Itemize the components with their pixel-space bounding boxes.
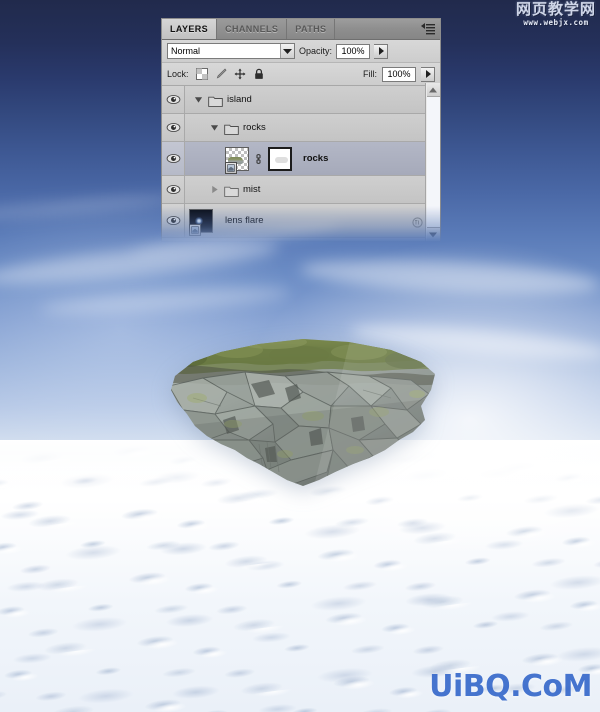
lock-label: Lock: bbox=[167, 69, 189, 79]
visibility-toggle-rocks-group[interactable] bbox=[162, 114, 185, 141]
layer-row-rocks[interactable]: rocks bbox=[162, 142, 440, 176]
tab-paths[interactable]: PATHS bbox=[287, 19, 336, 39]
layer-name-rocks: rocks bbox=[303, 153, 329, 164]
blend-mode-value: Normal bbox=[171, 46, 201, 56]
layer-mask-thumbnail[interactable] bbox=[268, 146, 292, 171]
lock-pixels-icon[interactable] bbox=[215, 68, 227, 80]
layer-row-rocks-group[interactable]: rocks bbox=[162, 114, 440, 142]
lens-flare-thumbnail[interactable] bbox=[189, 208, 213, 236]
layer-row-mist[interactable]: mist bbox=[162, 176, 440, 204]
disclosure-triangle-mist[interactable] bbox=[209, 184, 220, 195]
smart-object-badge bbox=[225, 161, 237, 174]
layer-name-mist: mist bbox=[243, 184, 261, 195]
smart-object-badge bbox=[189, 223, 201, 236]
layer-name-island: island bbox=[227, 94, 252, 105]
opacity-slider-button[interactable] bbox=[374, 43, 389, 59]
layer-name-lens-flare: lens flare bbox=[225, 215, 264, 226]
rock-thumbnail[interactable] bbox=[225, 146, 249, 174]
opacity-input[interactable]: 100% bbox=[336, 43, 371, 59]
mask-content bbox=[275, 156, 288, 163]
folder-icon bbox=[208, 94, 223, 107]
link-mask-icon[interactable] bbox=[254, 151, 263, 167]
layers-panel[interactable]: LAYERS CHANNELS PATHS Normal Opacity: 10… bbox=[161, 18, 441, 242]
fill-slider-button[interactable] bbox=[421, 66, 435, 82]
layer-effects-icon[interactable] bbox=[412, 215, 423, 228]
floating-island bbox=[163, 328, 439, 490]
folder-icon bbox=[224, 122, 239, 135]
blend-mode-row[interactable]: Normal Opacity: 100% bbox=[162, 40, 440, 63]
lock-transparency-icon[interactable] bbox=[195, 68, 208, 80]
panel-menu-icon[interactable] bbox=[420, 22, 436, 36]
visibility-toggle-rocks[interactable] bbox=[162, 142, 185, 175]
layer-name-rocks-group: rocks bbox=[243, 122, 266, 133]
layer-row-lens-flare[interactable]: lens flare bbox=[162, 204, 440, 238]
fill-input[interactable]: 100% bbox=[382, 66, 416, 82]
scroll-up-icon[interactable] bbox=[426, 83, 440, 97]
lock-all-icon[interactable] bbox=[253, 68, 265, 80]
disclosure-triangle-island[interactable] bbox=[193, 94, 204, 105]
scrollbar-track[interactable] bbox=[426, 97, 440, 227]
tab-channels[interactable]: CHANNELS bbox=[217, 19, 288, 39]
disclosure-triangle-rocks-group[interactable] bbox=[209, 122, 220, 133]
panel-tab-bar[interactable]: LAYERS CHANNELS PATHS bbox=[162, 19, 440, 40]
scroll-down-icon[interactable] bbox=[426, 227, 440, 241]
fill-label: Fill: bbox=[363, 69, 377, 79]
lock-row[interactable]: Lock: Fill: 100% bbox=[162, 63, 440, 86]
visibility-toggle-island[interactable] bbox=[162, 86, 185, 113]
layer-list-scrollbar[interactable] bbox=[425, 83, 440, 241]
folder-icon bbox=[224, 184, 239, 197]
opacity-label: Opacity: bbox=[299, 46, 333, 56]
tab-layers[interactable]: LAYERS bbox=[162, 19, 218, 39]
layer-list[interactable]: island rocks rocks mist lens flare bbox=[162, 86, 440, 238]
lock-position-icon[interactable] bbox=[234, 68, 246, 80]
layer-row-island[interactable]: island bbox=[162, 86, 440, 114]
chevron-down-icon[interactable] bbox=[280, 44, 294, 58]
blend-mode-select[interactable]: Normal bbox=[167, 43, 295, 59]
visibility-toggle-lens-flare[interactable] bbox=[162, 204, 185, 237]
visibility-toggle-mist[interactable] bbox=[162, 176, 185, 203]
